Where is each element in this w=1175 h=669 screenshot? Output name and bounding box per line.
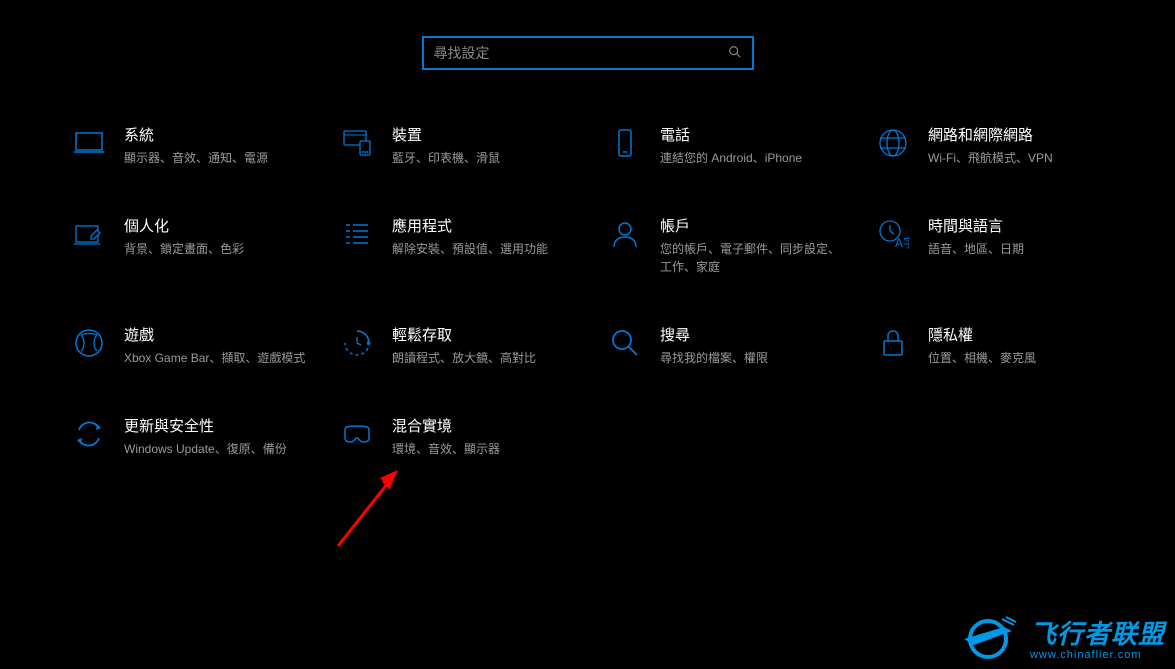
category-personalization[interactable]: 個人化 背景、鎖定畫面、色彩 <box>72 215 340 276</box>
category-desc: Xbox Game Bar、擷取、遊戲模式 <box>124 349 310 367</box>
category-title: 隱私權 <box>928 324 1114 345</box>
category-apps[interactable]: 應用程式 解除安裝、預設值、選用功能 <box>340 215 608 276</box>
mixed-reality-icon <box>340 417 374 451</box>
category-system[interactable]: 系統 顯示器、音效、通知、電源 <box>72 124 340 167</box>
category-title: 時間與語言 <box>928 215 1114 236</box>
category-desc: 您的帳戶、電子郵件、同步設定、工作、家庭 <box>660 240 846 276</box>
search-input[interactable] <box>434 45 728 61</box>
gaming-icon <box>72 326 106 360</box>
category-devices[interactable]: 裝置 藍牙、印表機、滑鼠 <box>340 124 608 167</box>
category-title: 更新與安全性 <box>124 415 310 436</box>
category-title: 帳戶 <box>660 215 846 236</box>
category-desc: 藍牙、印表機、滑鼠 <box>392 149 578 167</box>
category-search[interactable]: 搜尋 尋找我的檔案、權限 <box>608 324 876 367</box>
category-title: 搜尋 <box>660 324 846 345</box>
category-mixed-reality[interactable]: 混合實境 環境、音效、顯示器 <box>340 415 608 458</box>
watermark-logo-icon <box>954 613 1022 661</box>
category-title: 遊戲 <box>124 324 310 345</box>
category-title: 個人化 <box>124 215 310 236</box>
search-icon <box>728 45 742 62</box>
category-desc: 尋找我的檔案、權限 <box>660 349 846 367</box>
category-title: 輕鬆存取 <box>392 324 578 345</box>
search-box[interactable] <box>422 36 754 70</box>
category-update[interactable]: 更新與安全性 Windows Update、復原、備份 <box>72 415 340 458</box>
personalization-icon <box>72 217 106 251</box>
watermark-title: 飞行者联盟 <box>1030 614 1165 651</box>
category-desc: 顯示器、音效、通知、電源 <box>124 149 310 167</box>
network-icon <box>876 126 910 160</box>
category-desc: 環境、音效、顯示器 <box>392 440 578 458</box>
category-title: 網路和網際網路 <box>928 124 1114 145</box>
category-title: 混合實境 <box>392 415 578 436</box>
svg-text:A字: A字 <box>895 235 909 250</box>
category-title: 裝置 <box>392 124 578 145</box>
category-phone[interactable]: 電話 連結您的 Android、iPhone <box>608 124 876 167</box>
category-desc: 語音、地區、日期 <box>928 240 1114 258</box>
category-desc: 位置、相機、麥克風 <box>928 349 1114 367</box>
category-desc: Windows Update、復原、備份 <box>124 440 310 458</box>
category-time-language[interactable]: A字 時間與語言 語音、地區、日期 <box>876 215 1144 276</box>
category-title: 應用程式 <box>392 215 578 236</box>
category-title: 系統 <box>124 124 310 145</box>
search-category-icon <box>608 326 642 360</box>
category-ease-of-access[interactable]: 輕鬆存取 朗讀程式、放大鏡、高對比 <box>340 324 608 367</box>
ease-of-access-icon <box>340 326 374 360</box>
category-desc: 朗讀程式、放大鏡、高對比 <box>392 349 578 367</box>
system-icon <box>72 126 106 160</box>
watermark: 飞行者联盟 www.chinaflier.com <box>954 613 1165 661</box>
category-network[interactable]: 網路和網際網路 Wi-Fi、飛航模式、VPN <box>876 124 1144 167</box>
category-privacy[interactable]: 隱私權 位置、相機、麥克風 <box>876 324 1144 367</box>
category-accounts[interactable]: 帳戶 您的帳戶、電子郵件、同步設定、工作、家庭 <box>608 215 876 276</box>
category-desc: 背景、鎖定畫面、色彩 <box>124 240 310 258</box>
time-language-icon: A字 <box>876 217 910 251</box>
phone-icon <box>608 126 642 160</box>
category-title: 電話 <box>660 124 846 145</box>
category-desc: 解除安裝、預設值、選用功能 <box>392 240 578 258</box>
apps-icon <box>340 217 374 251</box>
category-desc: 連結您的 Android、iPhone <box>660 149 846 167</box>
category-gaming[interactable]: 遊戲 Xbox Game Bar、擷取、遊戲模式 <box>72 324 340 367</box>
accounts-icon <box>608 217 642 251</box>
category-desc: Wi-Fi、飛航模式、VPN <box>928 149 1114 167</box>
devices-icon <box>340 126 374 160</box>
annotation-arrow <box>330 466 408 552</box>
categories-grid: 系統 顯示器、音效、通知、電源 裝置 藍牙、印表機、滑鼠 電話 連結您的 And… <box>0 106 1175 458</box>
privacy-icon <box>876 326 910 360</box>
update-icon <box>72 417 106 451</box>
